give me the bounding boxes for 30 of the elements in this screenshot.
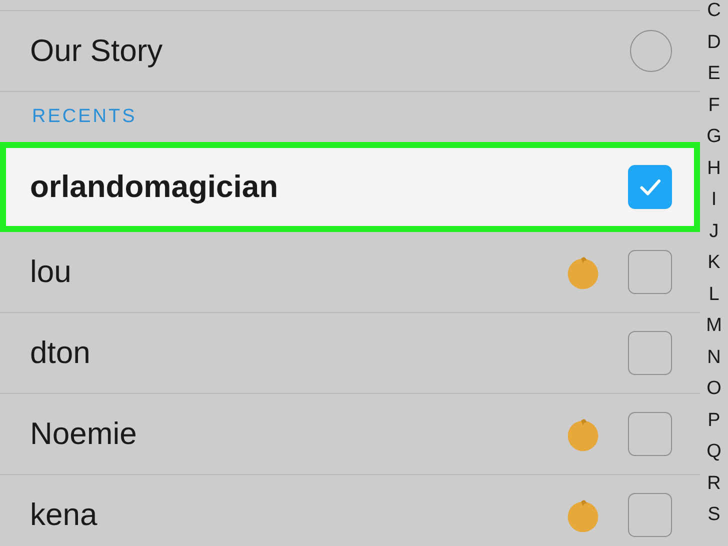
- index-letter[interactable]: E: [708, 63, 720, 94]
- section-heading: RECENTS: [32, 106, 137, 128]
- checkbox[interactable]: [628, 493, 672, 537]
- index-letter[interactable]: Q: [706, 441, 722, 472]
- index-letter[interactable]: S: [708, 504, 720, 536]
- index-letter[interactable]: M: [706, 315, 722, 346]
- checkbox[interactable]: [628, 165, 672, 209]
- index-letter[interactable]: O: [706, 378, 722, 410]
- checkbox[interactable]: [628, 250, 672, 294]
- index-letter[interactable]: C: [707, 0, 721, 32]
- index-letter[interactable]: I: [711, 189, 717, 220]
- radio-button[interactable]: [630, 30, 672, 72]
- checkbox[interactable]: [628, 412, 672, 456]
- friend-name: lou: [30, 254, 72, 290]
- index-letter[interactable]: J: [709, 220, 719, 252]
- friend-name: Noemie: [30, 416, 138, 452]
- index-letter[interactable]: F: [708, 94, 720, 126]
- index-letter[interactable]: R: [707, 472, 721, 504]
- index-letter[interactable]: H: [707, 158, 721, 189]
- index-letter[interactable]: G: [706, 126, 722, 158]
- friend-name: kena: [30, 497, 98, 533]
- index-letter[interactable]: L: [708, 284, 720, 315]
- index-letter[interactable]: D: [707, 32, 721, 63]
- index-letter[interactable]: N: [707, 346, 721, 378]
- checkbox[interactable]: [628, 331, 672, 375]
- story-name: Our Story: [30, 33, 164, 69]
- index-letter[interactable]: P: [708, 410, 720, 441]
- index-letter[interactable]: K: [708, 252, 720, 284]
- friend-name: orlandomagician: [30, 169, 280, 205]
- friend-name: dton: [30, 335, 92, 371]
